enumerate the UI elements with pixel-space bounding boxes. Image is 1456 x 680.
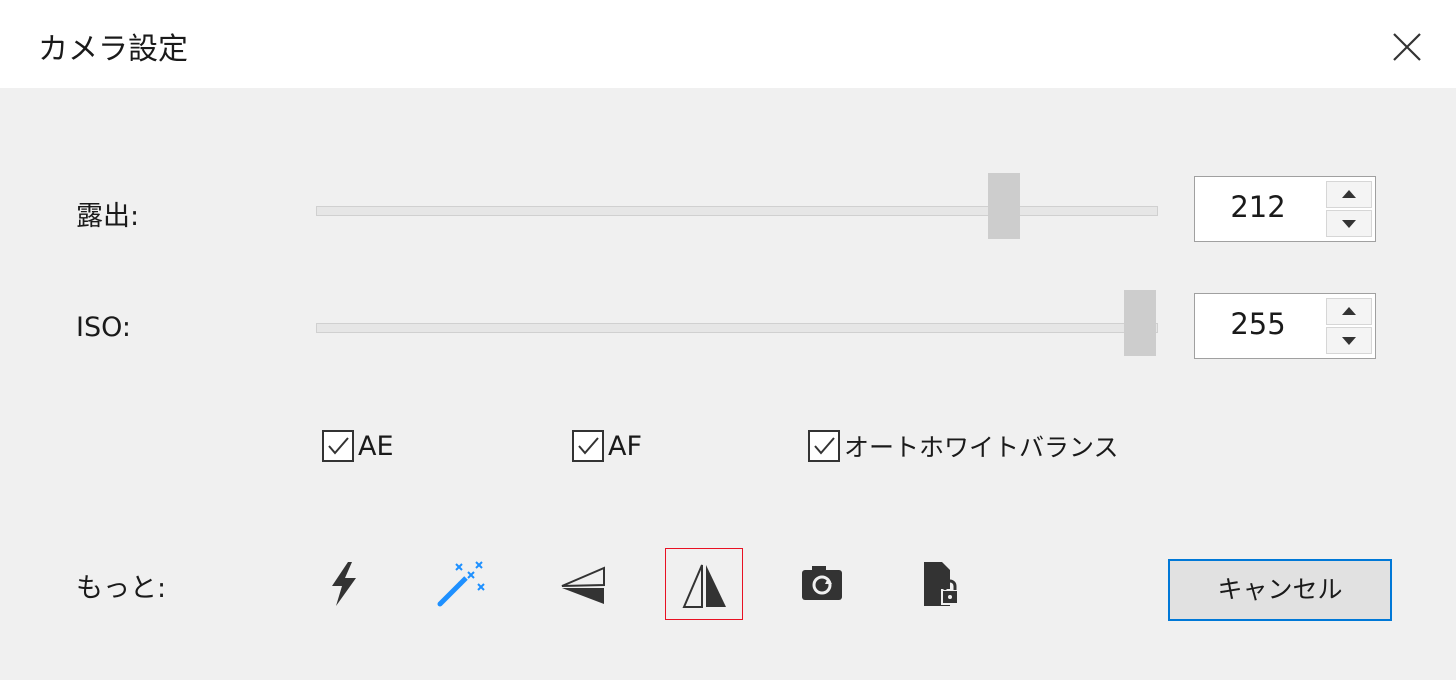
arrow-down-icon <box>1342 337 1356 345</box>
flash-icon <box>332 562 356 606</box>
flip-vertical-button[interactable] <box>544 548 622 620</box>
exposure-spinbox[interactable]: 212 <box>1194 176 1376 242</box>
exposure-slider-thumb[interactable] <box>988 173 1020 239</box>
lock-file-button[interactable] <box>904 548 982 620</box>
rotate-camera-button[interactable] <box>784 548 862 620</box>
arrow-up-icon <box>1342 190 1356 198</box>
exposure-value[interactable]: 212 <box>1195 177 1321 241</box>
arrow-down-icon <box>1342 220 1356 228</box>
iso-slider-track <box>316 323 1158 333</box>
iso-slider[interactable] <box>316 290 1158 356</box>
dialog-title: カメラ設定 <box>38 32 188 67</box>
close-button[interactable] <box>1378 18 1434 74</box>
checkmark-icon <box>814 437 835 455</box>
checkmark-icon <box>578 437 599 455</box>
magic-wand-icon <box>437 561 485 607</box>
iso-slider-thumb[interactable] <box>1124 290 1156 356</box>
exposure-slider[interactable] <box>316 173 1158 239</box>
flip-vertical-icon <box>561 566 605 604</box>
iso-decrement-button[interactable] <box>1326 327 1372 354</box>
af-checkbox-label: AF <box>608 430 643 462</box>
auto-white-balance-checkbox-label: オートホワイトバランス <box>844 433 1119 462</box>
lock-file-icon <box>924 562 959 606</box>
checkmark-icon <box>328 437 349 455</box>
flip-horizontal-button[interactable] <box>665 548 743 620</box>
ae-checkbox-box[interactable] <box>322 430 354 462</box>
title-bar: カメラ設定 <box>0 0 1456 88</box>
iso-spinbox[interactable]: 255 <box>1194 293 1376 359</box>
af-checkbox-box[interactable] <box>572 430 604 462</box>
flash-button[interactable] <box>304 548 382 620</box>
exposure-label: 露出: <box>76 201 140 232</box>
auto-white-balance-checkbox-box[interactable] <box>808 430 840 462</box>
exposure-slider-track <box>316 206 1158 216</box>
af-checkbox[interactable]: AF <box>572 426 642 466</box>
exposure-decrement-button[interactable] <box>1326 210 1372 237</box>
rotate-camera-icon <box>802 566 842 600</box>
flip-horizontal-icon <box>682 564 726 608</box>
iso-label: ISO: <box>76 312 131 343</box>
more-label: もっと: <box>76 573 167 604</box>
cancel-button[interactable]: キャンセル <box>1168 559 1392 621</box>
iso-increment-button[interactable] <box>1326 298 1372 325</box>
close-icon <box>1393 33 1421 61</box>
ae-checkbox[interactable]: AE <box>322 426 394 466</box>
camera-settings-dialog: カメラ設定 露出: 212 ISO: 255 AE AF オートホワイトバランス… <box>0 0 1456 680</box>
arrow-up-icon <box>1342 307 1356 315</box>
iso-value[interactable]: 255 <box>1195 294 1321 358</box>
exposure-increment-button[interactable] <box>1326 181 1372 208</box>
magic-wand-button[interactable] <box>424 548 502 620</box>
ae-checkbox-label: AE <box>358 430 394 462</box>
auto-white-balance-checkbox[interactable]: オートホワイトバランス <box>808 426 1119 466</box>
